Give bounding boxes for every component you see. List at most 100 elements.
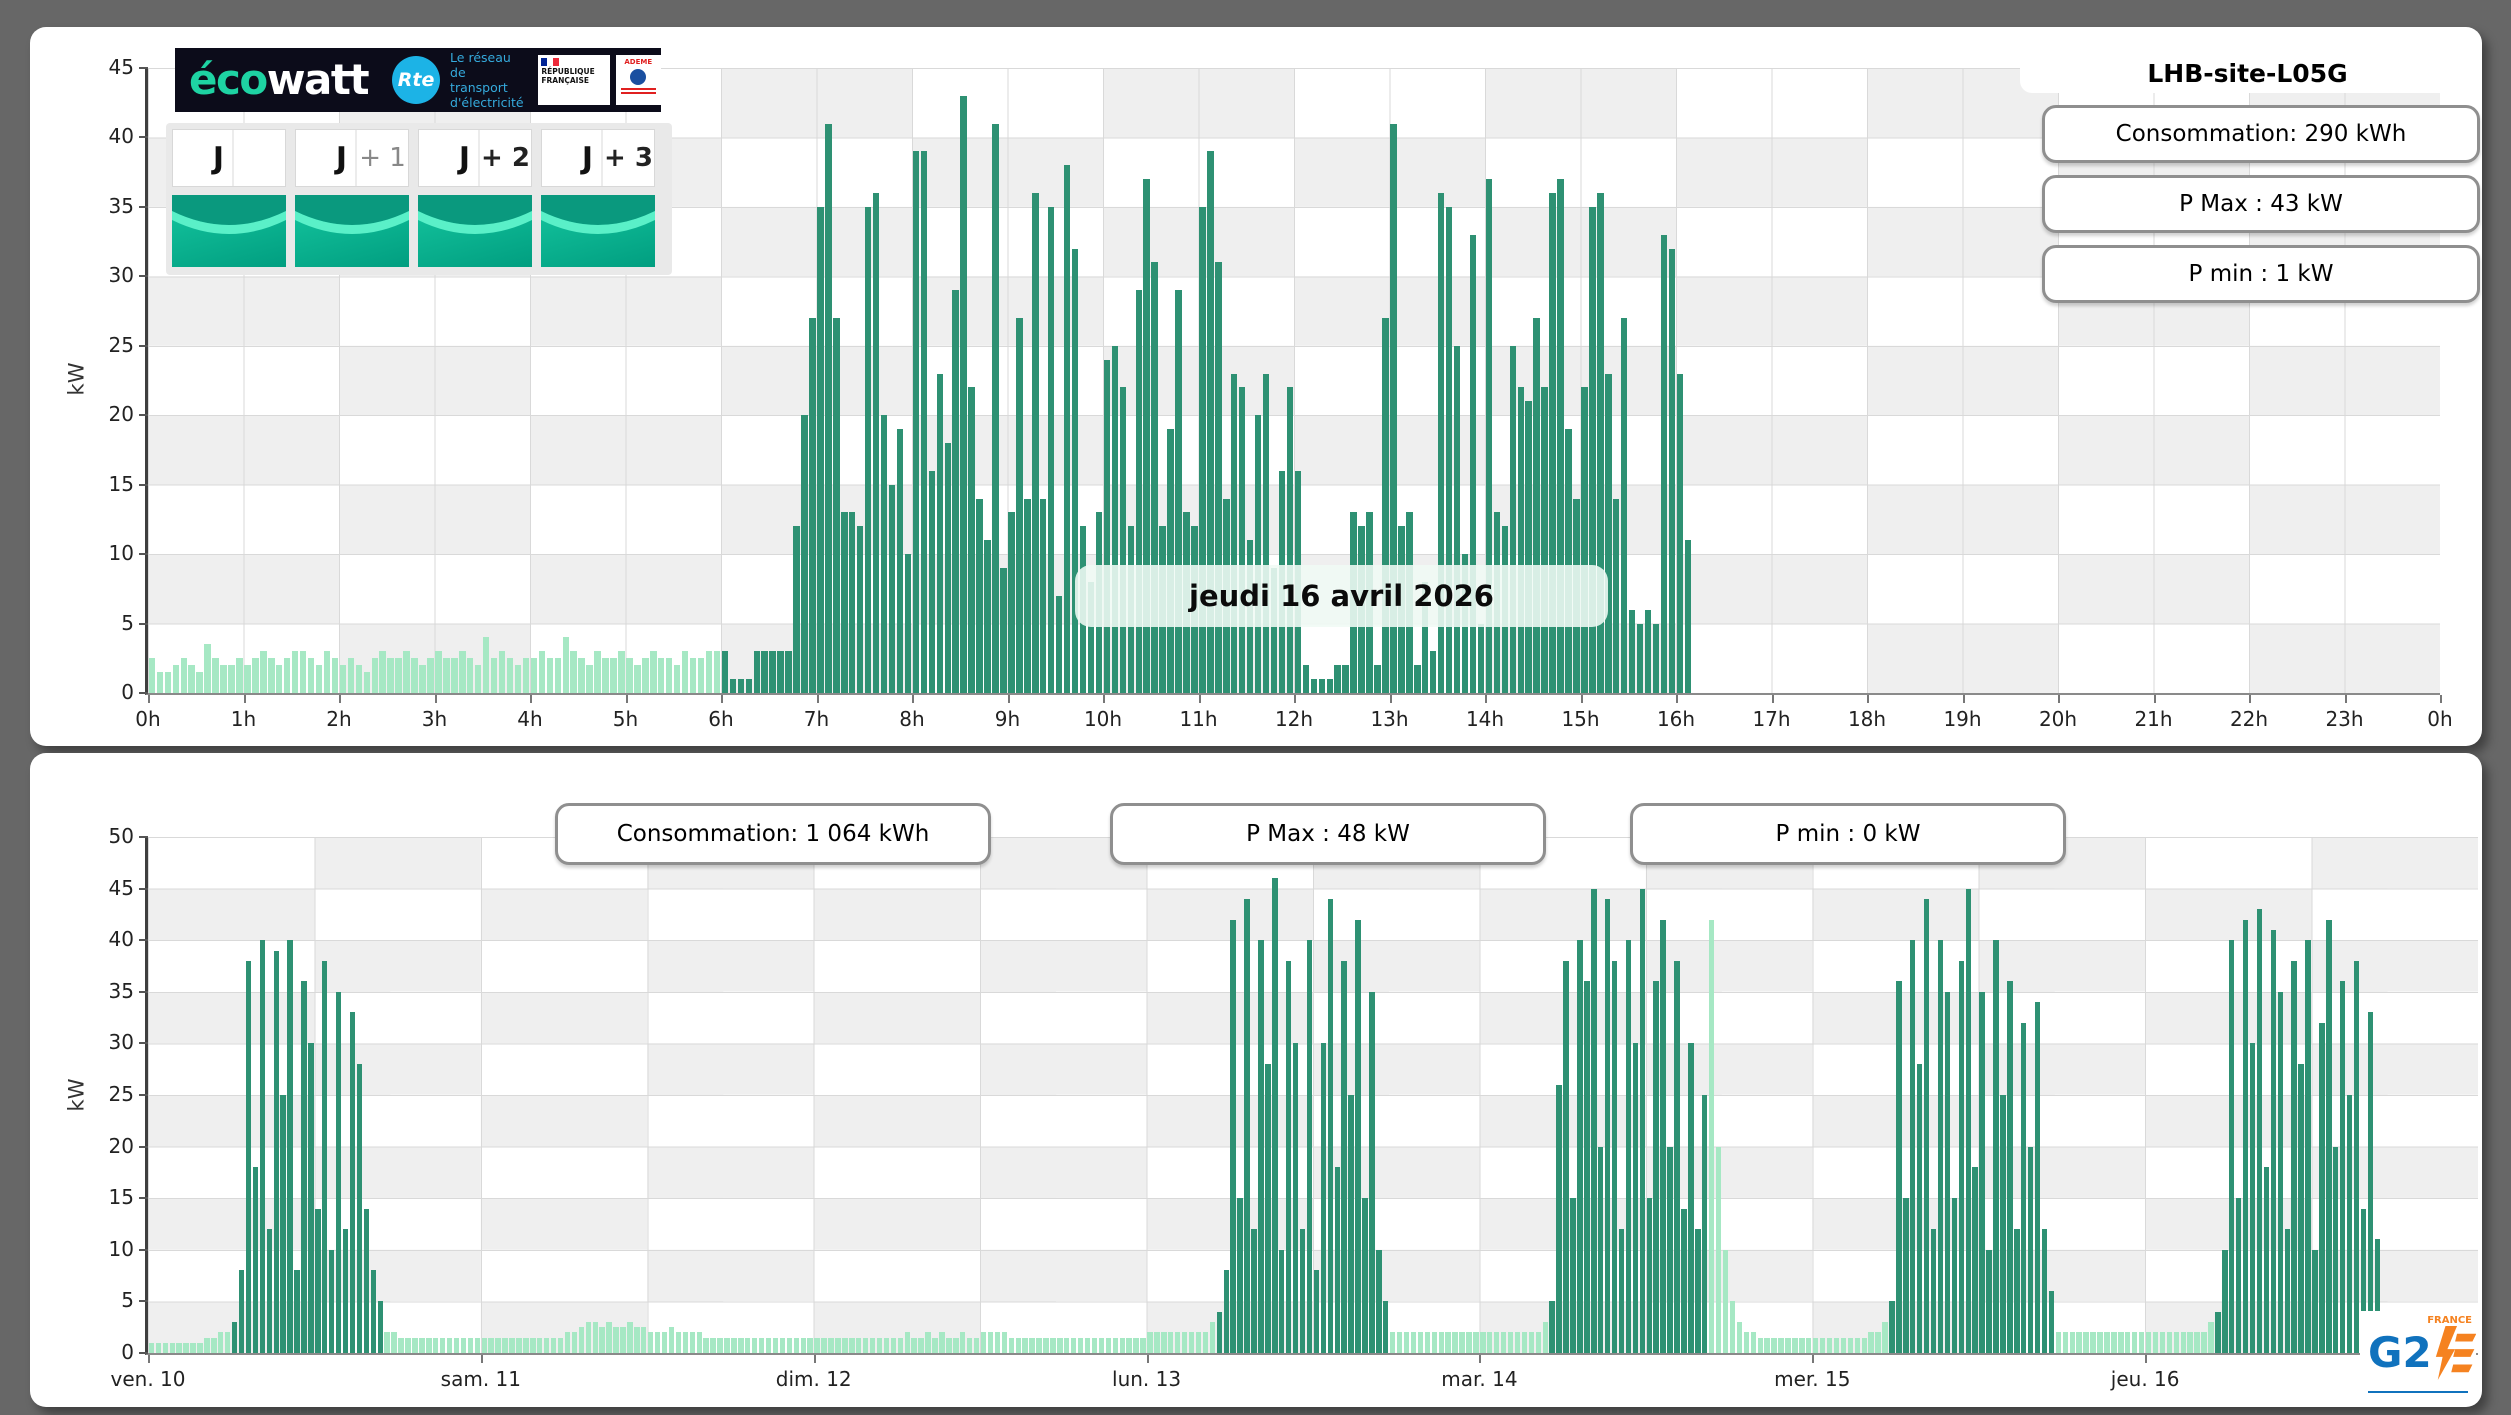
bar [2312,1249,2318,1353]
bar [1514,1332,1521,1353]
bar [363,672,371,693]
bar [578,658,585,693]
ecowatt-day-button-j2[interactable]: J + 2 [418,129,532,187]
bar [1847,1337,1854,1353]
bar [1632,1043,1639,1353]
bar [435,651,442,693]
bar [772,1337,779,1353]
ecowatt-day-button-j1[interactable]: J + 1 [295,129,409,187]
bar [721,651,729,693]
ecowatt-day-button-j[interactable]: J [172,129,286,187]
bar [1910,940,1916,1353]
bar [856,1337,862,1353]
bar [897,1337,904,1353]
day-button-label: J [335,140,347,176]
bar [550,1337,557,1353]
bar [220,665,227,693]
y-axis-title: kW [64,362,89,396]
bar [273,950,279,1353]
week-plot-area[interactable] [145,837,2478,1355]
bar [2367,1012,2374,1353]
bar [482,637,490,693]
bar [654,1332,661,1353]
bar [1063,165,1071,693]
bar [280,1095,286,1353]
bar [266,1229,272,1353]
bar [276,665,283,693]
bar [1993,940,1999,1353]
bar [224,1332,231,1353]
bar [1000,568,1007,693]
bar [1032,193,1039,693]
x-axis-tick-label: jeu. 16 [2110,1367,2180,1391]
bar [2125,1332,2131,1353]
bar [864,206,872,693]
bar [1091,1337,1098,1353]
y-axis-tick [139,887,148,890]
ecowatt-green-signal-icon [541,195,655,267]
bar [2083,1332,2089,1353]
bar [1161,1332,1167,1353]
bar [1140,1337,1146,1353]
bar [960,95,967,693]
bar [2166,1332,2173,1353]
french-flag-icon [541,58,560,66]
bar [1043,1337,1049,1353]
bar [842,1337,848,1353]
bar [2291,960,2297,1353]
bar [196,672,203,693]
x-axis-tick [1198,695,1201,703]
bar [650,651,657,693]
bar [2346,1095,2353,1353]
bar [211,1337,217,1353]
day-button-offset: + 2 [478,130,531,186]
bar [1237,1198,1243,1353]
bar [1667,1146,1673,1353]
bar [675,1332,682,1353]
bar [689,1332,695,1353]
bar [1244,898,1250,1353]
day-button-offset: + 1 [355,130,408,186]
y-axis-tick-label: 35 [108,978,134,1003]
y-axis-tick [139,1352,148,1354]
bar [785,651,792,693]
bar [1757,1337,1763,1353]
bar [793,526,800,693]
bar [2353,960,2360,1353]
bar [578,1327,585,1353]
bar [992,123,999,693]
bar [1676,373,1684,693]
bar [403,651,410,693]
ecowatt-day-button-j3[interactable]: J + 3 [541,129,655,187]
bar [2034,1002,2041,1353]
site-title: LHB-site-L05G [2020,53,2475,93]
bar [1181,1332,1188,1353]
bar [1348,1095,1354,1353]
bar [172,665,180,693]
bar [530,1337,536,1353]
y-axis-tick-label: 50 [108,824,134,848]
x-axis-tick [2249,695,2251,703]
x-axis-tick [339,695,341,703]
day-button-label: J [212,140,224,176]
bar [620,1327,626,1353]
bar [1320,1043,1327,1353]
bar [1923,898,1930,1353]
x-axis-tick [2153,695,2156,703]
bar [339,665,347,693]
bar [260,651,267,693]
bar [618,651,625,693]
ecowatt-logo-eco: éco [189,55,268,104]
bar [1001,1332,1008,1353]
y-axis-tick-label: 40 [108,124,134,149]
bar [1188,1332,1195,1353]
bar [1951,1198,1958,1353]
bar [377,1301,383,1353]
bar [283,658,291,693]
bar [2242,919,2249,1353]
bar [395,658,402,693]
bar [1133,1337,1139,1353]
bar [2194,1332,2200,1353]
bar [236,658,243,693]
bar [1262,373,1270,693]
